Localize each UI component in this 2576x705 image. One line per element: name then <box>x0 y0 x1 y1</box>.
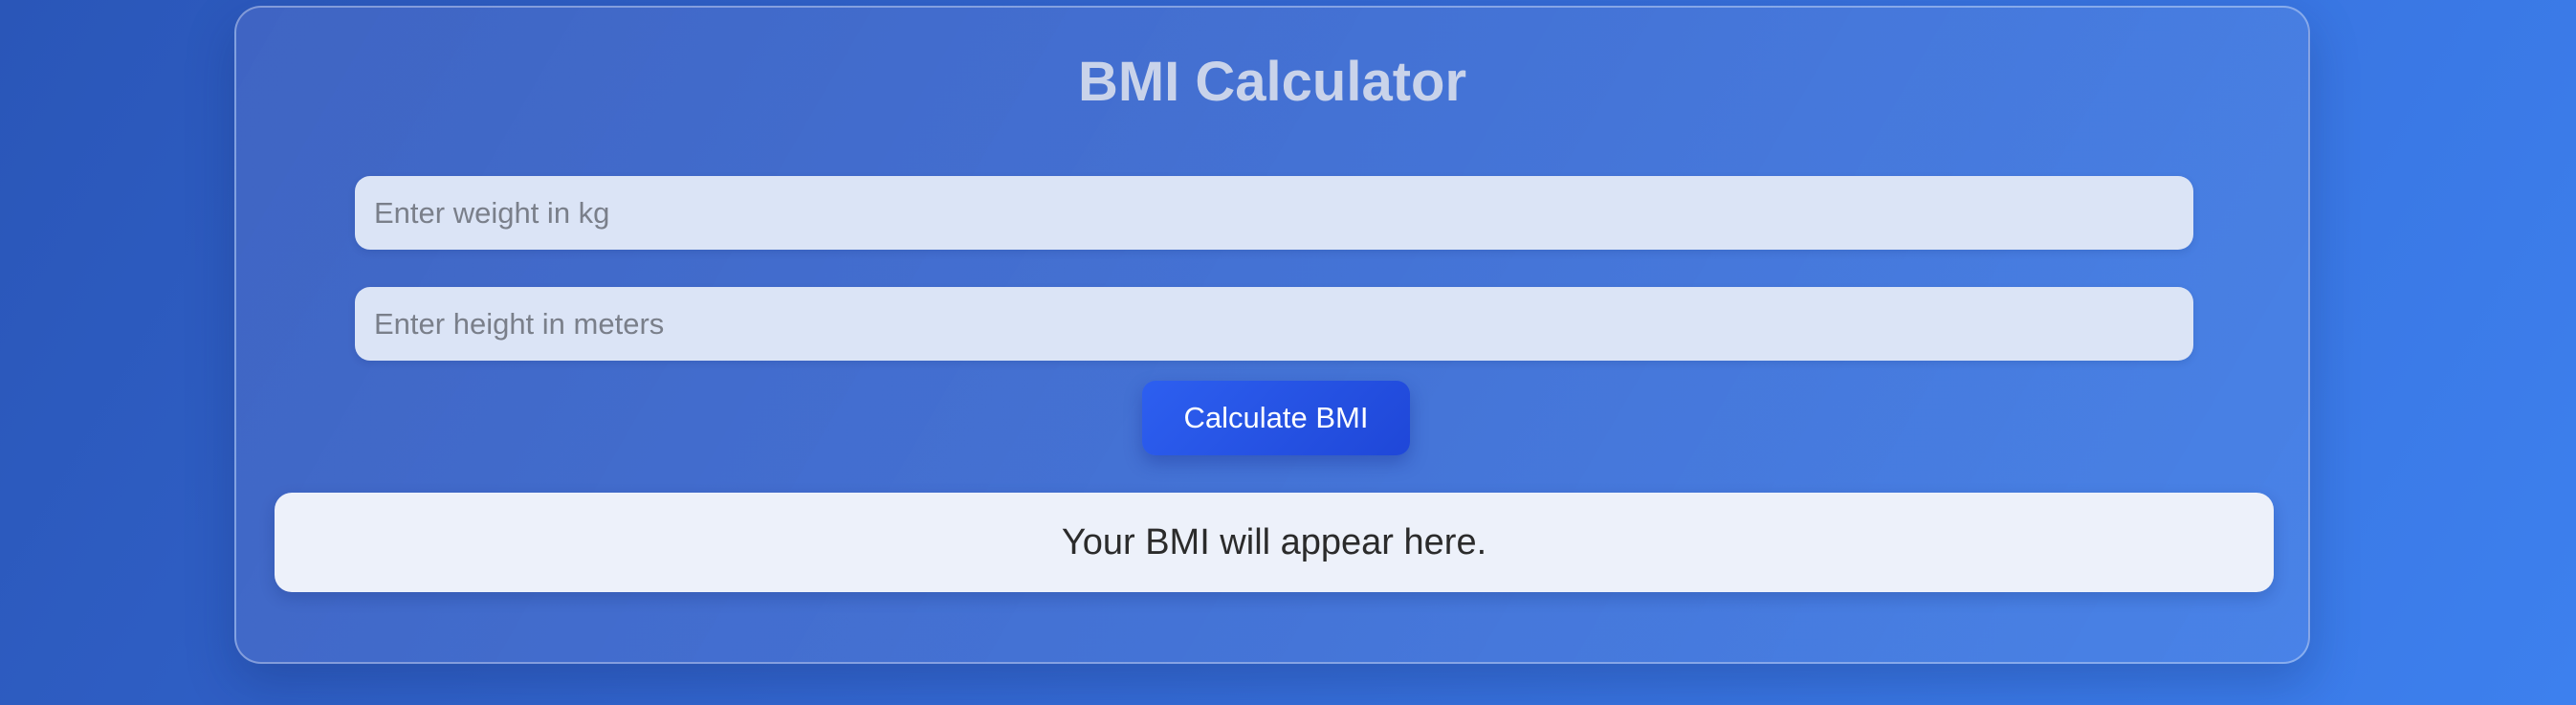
bmi-result-panel: Your BMI will appear here. <box>275 493 2274 592</box>
page-title: BMI Calculator <box>1077 51 1467 113</box>
calculate-bmi-button[interactable]: Calculate BMI <box>1142 381 1410 455</box>
height-input[interactable] <box>355 287 2193 361</box>
bmi-calculator-card: BMI Calculator Calculate BMI Your BMI wi… <box>234 6 2310 664</box>
bmi-result-text: Your BMI will appear here. <box>1061 521 1487 562</box>
weight-input[interactable] <box>355 176 2193 250</box>
